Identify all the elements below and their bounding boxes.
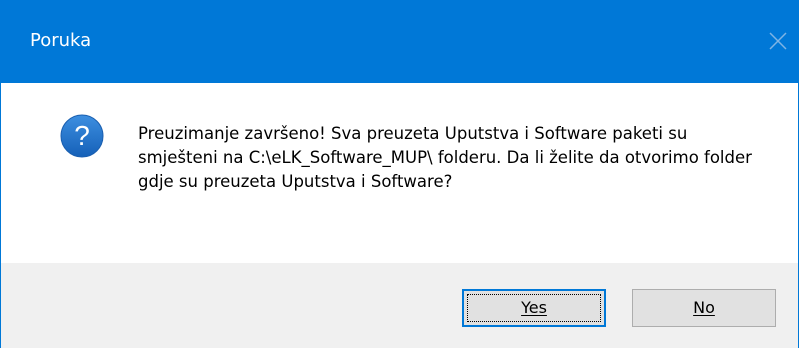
no-button-label: No [693, 298, 715, 317]
question-icon: ? [60, 114, 104, 158]
no-button[interactable]: No [632, 289, 776, 327]
window-title: Poruka [30, 30, 92, 51]
svg-text:?: ? [74, 120, 90, 151]
yes-button[interactable]: Yes [462, 289, 606, 327]
close-icon[interactable] [767, 30, 789, 52]
title-bar[interactable]: Poruka [1, 1, 798, 83]
yes-button-label: Yes [521, 298, 547, 317]
message-dialog: Poruka ? Preuzimanje završeno! Sva preuz… [0, 0, 799, 348]
dialog-message: Preuzimanje završeno! Sva preuzeta Uputs… [138, 124, 752, 191]
